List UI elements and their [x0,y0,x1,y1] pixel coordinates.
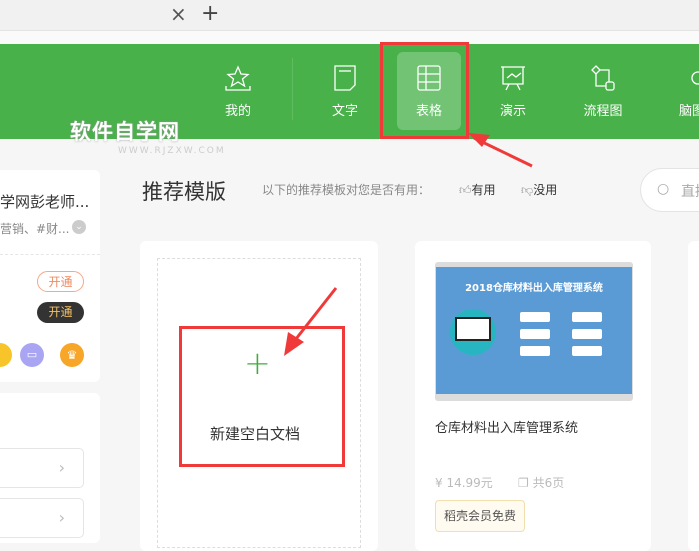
open-membership-button[interactable]: 开通 [37,271,84,292]
monitor-icon [450,309,496,355]
expand-icon[interactable]: ⌄ [72,220,86,234]
annotation-arrow [468,133,533,168]
template-thumbnail[interactable]: 2018仓库材料出入库管理系统 [435,262,633,401]
chevron-right-icon: › [58,458,65,477]
thumb-button [520,312,550,322]
watermark-logo: 软件自学网 [70,120,180,144]
nav-label: 流程图 [583,104,623,119]
mindmap-icon [691,71,699,85]
new-tab-button[interactable]: + [201,1,219,26]
useless-button[interactable]: 👎︎没用 [521,181,557,198]
nav-label: 文字 [331,104,358,119]
nav-label: 演示 [499,104,526,119]
thumb-button [520,329,550,339]
thumb-button [572,346,602,356]
feedback-prompt: 以下的推荐模板对您是否有用： [262,183,431,197]
divider [0,254,100,255]
presentation-icon [501,66,525,91]
yen-icon: ¥ [435,476,447,490]
nav-label: 脑图 [678,104,699,119]
annotation-arrow [284,287,338,356]
thumb-button [572,329,602,339]
thumb-button [520,346,550,356]
search-placeholder: 直接 [681,184,699,200]
user-name: 学网彭老师... [0,193,90,211]
page-title: 推荐模版 [142,180,226,204]
search-icon: ○ [657,181,670,197]
thumbs-down-icon: 👎︎ [521,183,534,197]
template-pages: ❐ 共6页 [518,474,564,491]
spacer [0,31,699,44]
star-icon [225,65,251,91]
nav-item-presentation[interactable]: 演示 [481,52,545,130]
side-row[interactable]: › [0,498,84,538]
nav-item-mindmap[interactable]: 脑图 [660,52,699,130]
pages-value: 共6页 [532,476,565,490]
nav-item-mine[interactable]: 我的 [206,52,270,130]
side-row[interactable]: › [0,448,84,488]
template-price: ¥ 14.99元 [435,474,493,491]
tab-bar [0,0,699,31]
chevron-right-icon: › [58,508,65,527]
thumbnail-title: 2018仓库材料出入库管理系统 [465,283,603,294]
useless-label: 没用 [533,183,558,197]
open-vip-button[interactable]: 开通 [37,302,84,323]
template-name[interactable]: 仓库材料出入库管理系统 [435,417,578,436]
chart-icon[interactable]: ▭ [20,343,44,367]
thumbs-up-icon: 👍︎ [459,183,472,197]
nav-item-text[interactable]: 文字 [313,52,377,130]
watermark-url: WWW.RJZXW.COM [118,146,226,156]
highlight-box [380,42,469,139]
useful-button[interactable]: 👍︎有用 [459,181,496,198]
flowchart-icon [591,65,615,91]
nav-label: 我的 [224,104,251,119]
useful-label: 有用 [471,183,496,197]
member-free-badge: 稻壳会员免费 [435,500,526,532]
user-tags: 营销、#财... [0,222,70,236]
nav-item-flowchart[interactable]: 流程图 [571,52,635,130]
price-value: 14.99元 [446,476,493,490]
crown-icon[interactable]: ♛ [60,343,84,367]
nav-divider [292,58,293,120]
search-input[interactable]: ○ 直接 [640,168,699,212]
thumb-button [572,312,602,322]
close-tab-button[interactable]: × [170,2,187,26]
document-icon [334,65,356,91]
pages-icon: ❐ [518,476,533,490]
template-card[interactable] [688,241,699,551]
